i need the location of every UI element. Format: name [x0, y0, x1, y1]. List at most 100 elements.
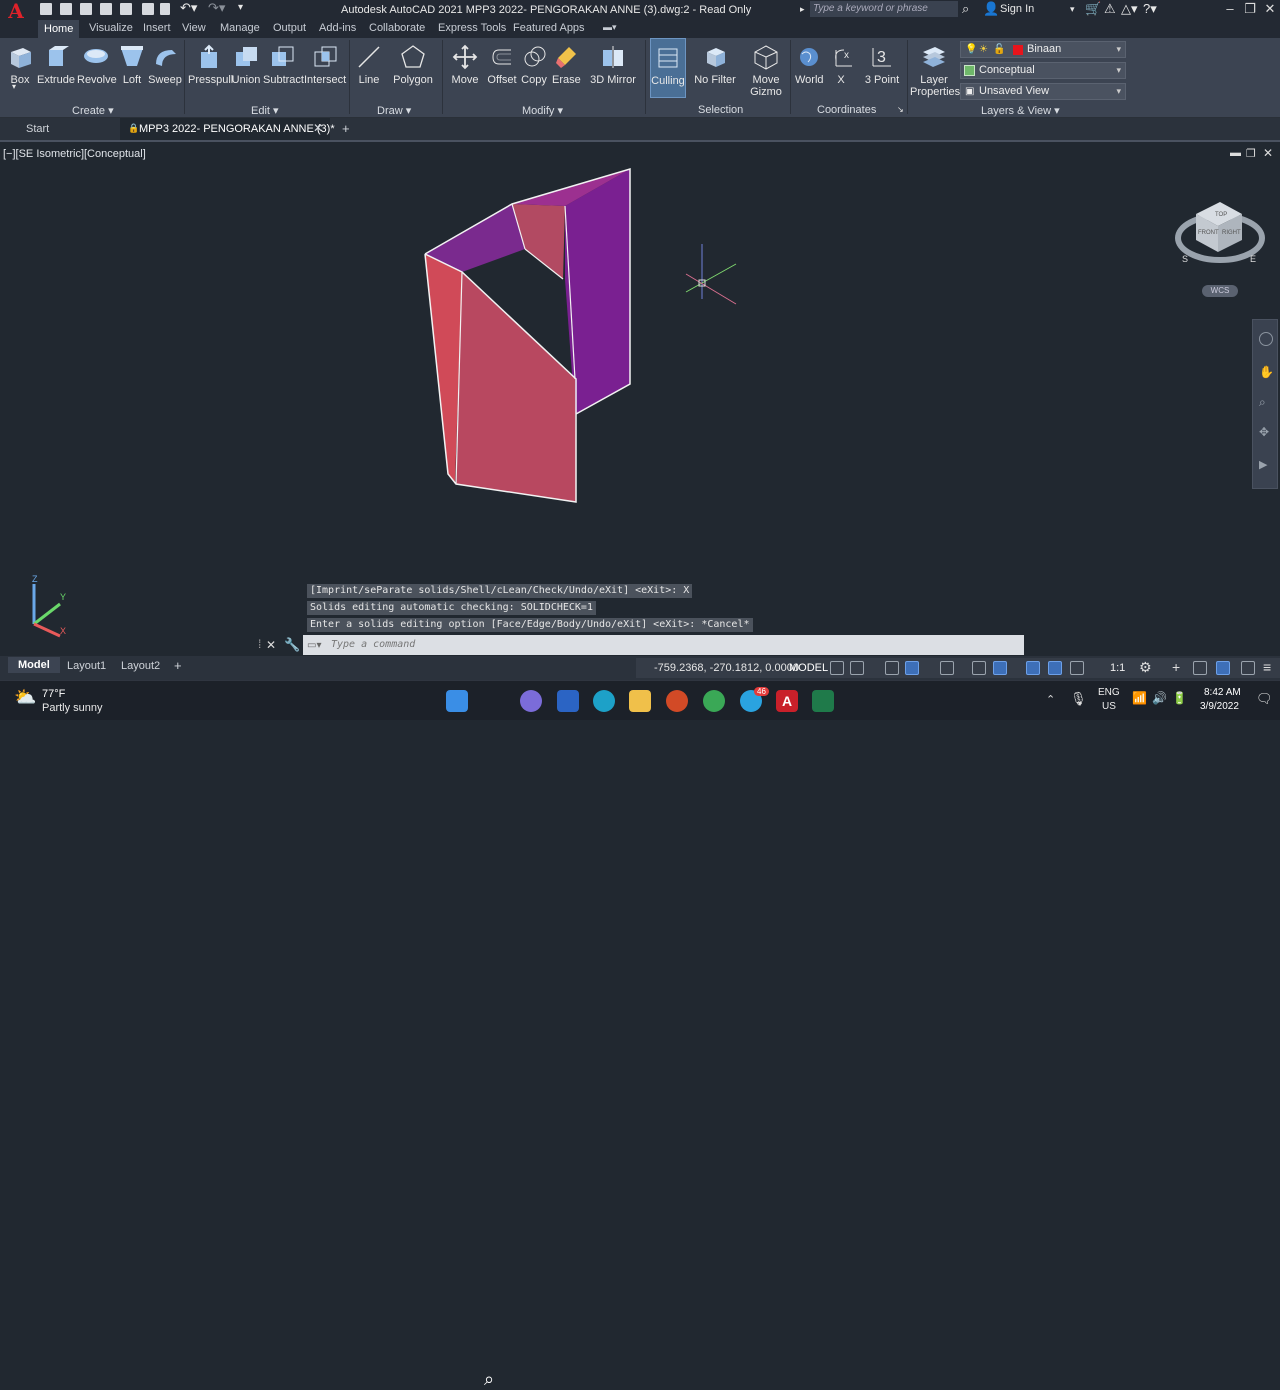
sweep-button[interactable]: Sweep [148, 38, 182, 86]
close-tab-icon[interactable]: ✕ [313, 121, 323, 135]
volume-icon[interactable]: 🔊 [1152, 691, 1167, 705]
help-icon[interactable]: ?▾ [1143, 1, 1157, 17]
app-taskbar-icon[interactable] [812, 690, 834, 712]
grid-icon[interactable] [830, 661, 844, 675]
polar-tracking-icon[interactable] [905, 661, 919, 675]
recent-commands-icon[interactable]: ▭▾ [307, 640, 321, 651]
open-file-icon[interactable] [60, 3, 72, 15]
tab-overflow-icon[interactable]: ▬▾ [603, 22, 617, 33]
modify-panel-title[interactable]: Modify ▾ [522, 104, 563, 117]
cart-icon[interactable]: 🛒 [1085, 1, 1101, 17]
units-icon[interactable] [1193, 661, 1207, 675]
battery-icon[interactable]: 🔋 [1172, 691, 1187, 705]
clock-date[interactable]: 3/9/2022 [1200, 701, 1239, 712]
file-explorer-icon[interactable] [629, 690, 651, 712]
pan-icon[interactable]: ✋ [1259, 365, 1274, 379]
notification-center-icon[interactable]: 🗨 [1256, 691, 1273, 707]
steering-wheel-icon[interactable] [1259, 332, 1273, 346]
model-space-button[interactable]: MODEL [789, 662, 828, 674]
command-grip-icon[interactable]: ⁞ [258, 637, 261, 651]
sign-in-button[interactable]: Sign In [1000, 3, 1034, 15]
document-tab[interactable]: MPP3 2022- PENGORAKAN ANNE (3)* [139, 123, 335, 135]
layer-properties-button[interactable]: Layer Properties [910, 38, 960, 98]
customize-wrench-icon[interactable]: 🔧 [284, 637, 300, 653]
zoom-icon[interactable]: ⌕ [1259, 395, 1266, 410]
plot-icon[interactable] [142, 3, 154, 15]
sign-in-dropdown-icon[interactable]: ▾ [1070, 4, 1075, 15]
wcs-menu[interactable]: WCS [1202, 285, 1238, 297]
save-as-icon[interactable] [100, 3, 112, 15]
layout1-tab[interactable]: Layout1 [67, 660, 106, 672]
snap-icon[interactable] [850, 661, 864, 675]
search-icon[interactable]: ⌕ [484, 1369, 494, 1390]
auto-scale-icon[interactable] [1070, 661, 1084, 675]
tab-collaborate[interactable]: Collaborate [369, 22, 425, 34]
search-expand-icon[interactable]: ▸ [800, 4, 805, 15]
intersect-button[interactable]: Intersect [304, 38, 346, 86]
keyboard-layout[interactable]: US [1102, 701, 1116, 712]
new-file-icon[interactable] [40, 3, 52, 15]
microphone-icon[interactable]: 🎙 [1070, 691, 1087, 707]
coordinates-launcher-icon[interactable]: ↘ [897, 105, 904, 114]
lineweight-icon[interactable] [1026, 661, 1040, 675]
orbit-icon[interactable]: ✥ [1259, 425, 1269, 439]
box-dropdown-icon[interactable]: ▾ [12, 82, 16, 91]
language-indicator[interactable]: ENG [1098, 687, 1120, 698]
tab-express-tools[interactable]: Express Tools [438, 22, 506, 34]
close-command-icon[interactable]: ✕ [266, 638, 276, 652]
coordinates-readout[interactable]: -759.2368, -270.1812, 0.0000 [654, 662, 799, 674]
drawing-viewport[interactable]: [−][SE Isometric][Conceptual] ▬ ❐ ✕ Z Y … [0, 144, 1280, 656]
start-tab[interactable]: Start [26, 123, 49, 135]
tab-featured-apps[interactable]: Featured Apps [513, 22, 585, 34]
customization-menu-icon[interactable]: ≡ [1263, 659, 1271, 675]
wifi-icon[interactable]: 📶 [1132, 691, 1147, 705]
visual-style-dropdown[interactable]: Conceptual [960, 62, 1126, 79]
quick-properties-icon[interactable] [1216, 661, 1230, 675]
redo-icon[interactable]: ↷▾ [208, 0, 225, 16]
chrome-icon[interactable] [703, 690, 725, 712]
layer-dropdown[interactable]: 💡 ☀ 🔓 Binaan [960, 41, 1126, 58]
offset-button[interactable]: Offset [486, 38, 518, 86]
polygon-button[interactable]: Polygon [393, 38, 433, 86]
layers-view-panel-title[interactable]: Layers & View ▾ [981, 104, 1060, 117]
tray-overflow-icon[interactable]: ⌃ [1046, 693, 1055, 706]
clock-time[interactable]: 8:42 AM [1204, 687, 1241, 698]
ortho-icon[interactable] [885, 661, 899, 675]
print-icon[interactable] [160, 3, 170, 15]
viewcube[interactable]: TOP FRONT RIGHT S E [1172, 194, 1272, 274]
3-point-ucs-button[interactable]: 3 3 Point [864, 38, 900, 86]
new-tab-icon[interactable]: + [342, 121, 350, 136]
showmotion-icon[interactable]: ▶ [1259, 458, 1267, 471]
object-snap-icon[interactable] [993, 661, 1007, 675]
world-ucs-button[interactable]: World [795, 38, 824, 86]
erase-button[interactable]: Erase [552, 38, 581, 86]
tab-visualize[interactable]: Visualize [89, 22, 133, 34]
add-layout-icon[interactable]: + [174, 658, 182, 673]
presspull-button[interactable]: Presspull [188, 38, 233, 86]
undo-icon[interactable]: ↶▾ [180, 0, 197, 16]
minimize-icon[interactable]: – [1220, 1, 1240, 17]
web-mobile-icon[interactable] [120, 3, 132, 15]
weather-partly-sunny-icon[interactable]: ⛅ [14, 687, 36, 708]
3d-mirror-button[interactable]: 3D Mirror [590, 38, 636, 86]
weather-temperature[interactable]: 77°F [42, 688, 65, 700]
line-button[interactable]: Line [355, 38, 383, 86]
create-panel-title[interactable]: Create ▾ [72, 104, 114, 117]
help-triangle-icon[interactable]: △▾ [1121, 1, 1138, 17]
x-ucs-button[interactable]: x X [829, 38, 853, 86]
word-icon[interactable] [557, 690, 579, 712]
powerpoint-icon[interactable] [666, 690, 688, 712]
close-icon[interactable]: ✕ [1260, 1, 1280, 17]
workspace-gear-icon[interactable]: ⚙ [1139, 659, 1152, 676]
tab-manage[interactable]: Manage [220, 22, 260, 34]
edit-panel-title[interactable]: Edit ▾ [251, 104, 279, 117]
autocad-taskbar-icon[interactable]: A [776, 690, 798, 712]
command-input[interactable]: Type a command [303, 635, 1024, 655]
tab-view[interactable]: View [182, 22, 206, 34]
extrude-button[interactable]: Extrude [37, 38, 75, 86]
save-icon[interactable] [80, 3, 92, 15]
box-button[interactable]: Box [5, 38, 35, 86]
object-snap-tracking-icon[interactable] [972, 661, 986, 675]
model-tab[interactable]: Model [8, 657, 60, 673]
union-button[interactable]: Union [230, 38, 262, 86]
